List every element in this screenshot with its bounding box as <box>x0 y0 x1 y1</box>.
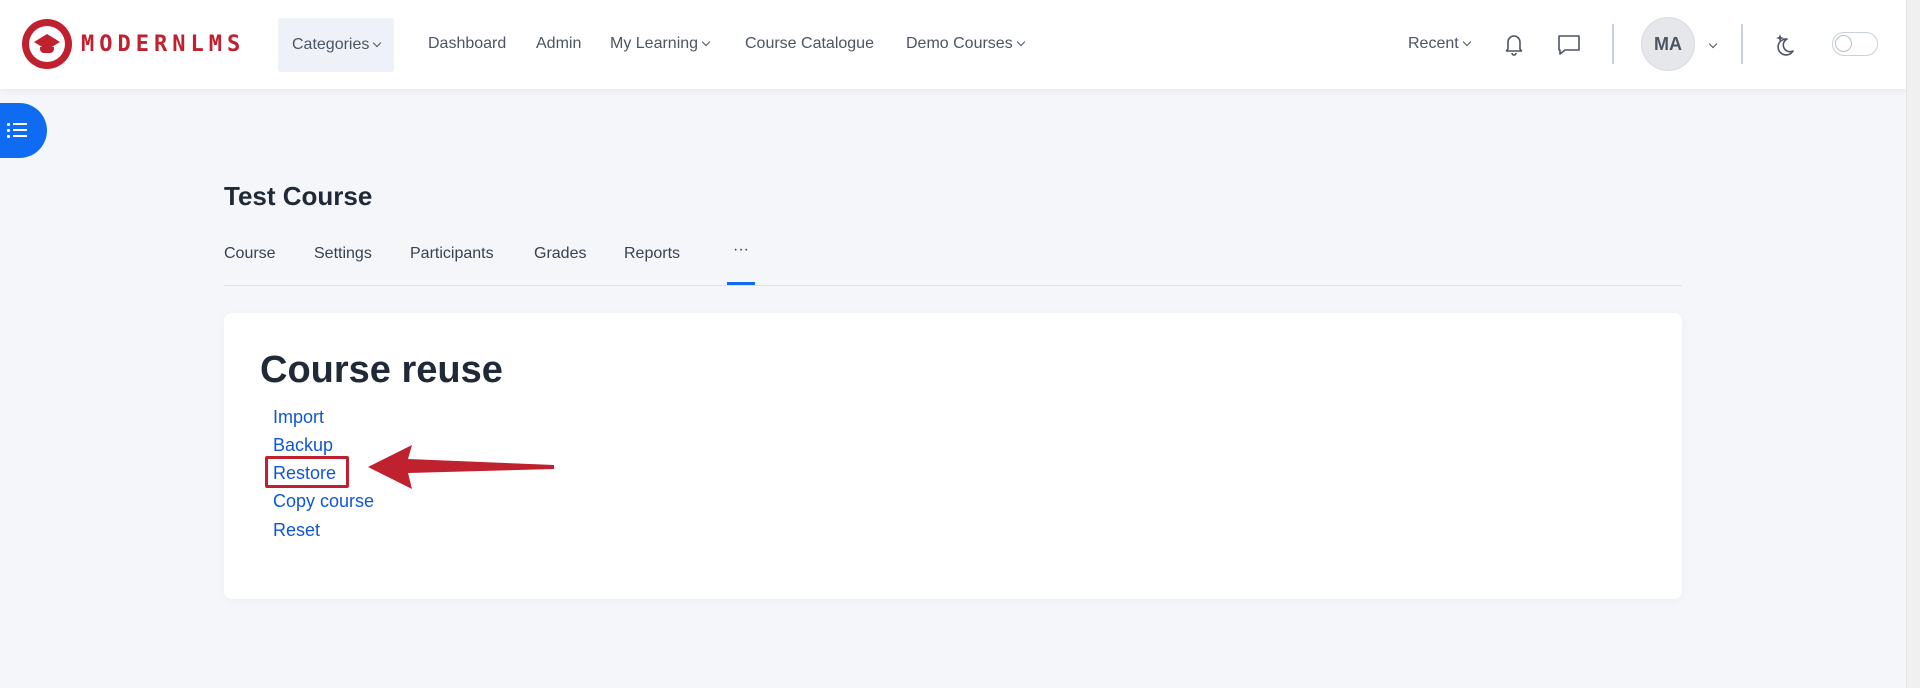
nav-dashboard[interactable]: Dashboard <box>428 27 506 61</box>
brand-logo[interactable]: MODERNLMS <box>22 19 245 69</box>
theme-sparkle-moon-icon[interactable] <box>1774 32 1800 58</box>
chevron-down-icon <box>373 38 382 48</box>
avatar[interactable]: MA <box>1641 17 1695 71</box>
top-navbar: MODERNLMS Categories Dashboard Admin My … <box>0 0 1906 89</box>
navbar-divider <box>1612 24 1614 64</box>
nav-recent-label: Recent <box>1408 35 1459 52</box>
link-backup[interactable]: Backup <box>273 435 333 456</box>
chat-icon[interactable] <box>1556 33 1582 57</box>
graduation-cap-logo-icon <box>22 19 72 69</box>
chevron-down-icon <box>701 37 711 47</box>
nav-demo-courses[interactable]: Demo Courses <box>906 27 1025 61</box>
tab-participants[interactable]: Participants <box>410 245 494 263</box>
chevron-down-icon[interactable] <box>1708 39 1718 49</box>
course-index-toggle-button[interactable] <box>0 103 47 158</box>
theme-toggle[interactable] <box>1832 32 1878 56</box>
annotation-arrow-icon <box>368 445 554 489</box>
nav-admin[interactable]: Admin <box>536 27 581 61</box>
card-title: Course reuse <box>260 349 503 391</box>
nav-categories[interactable]: Categories <box>278 18 395 72</box>
nav-course-catalogue[interactable]: Course Catalogue <box>745 27 874 61</box>
tab-grades[interactable]: Grades <box>534 245 586 263</box>
link-copy-course[interactable]: Copy course <box>273 491 374 512</box>
tab-settings[interactable]: Settings <box>314 245 372 263</box>
tab-reports[interactable]: Reports <box>624 245 680 263</box>
link-reset[interactable]: Reset <box>273 520 320 541</box>
course-reuse-card: Course reuse Import Backup Restore Copy … <box>224 313 1682 599</box>
restore-highlight-box <box>265 456 349 488</box>
nav-my-learning[interactable]: My Learning <box>610 27 711 61</box>
tab-course[interactable]: Course <box>224 245 276 263</box>
bell-icon[interactable] <box>1502 32 1526 56</box>
nav-my-learning-label: My Learning <box>610 35 699 52</box>
course-tabs: Course Settings Participants Grades Repo… <box>224 236 1682 286</box>
nav-demo-courses-label: Demo Courses <box>906 35 1013 52</box>
brand-name: MODERNLMS <box>81 31 246 57</box>
link-import[interactable]: Import <box>273 407 324 428</box>
scrollbar[interactable] <box>1906 0 1920 688</box>
chevron-down-icon <box>1016 37 1025 47</box>
navbar-divider <box>1741 24 1743 64</box>
tab-more[interactable]: ··· <box>727 236 755 285</box>
nav-recent[interactable]: Recent <box>1408 27 1471 61</box>
toggle-knob <box>1835 35 1852 52</box>
page-title: Test Course <box>224 181 373 211</box>
chevron-down-icon <box>1462 37 1471 47</box>
nav-categories-label: Categories <box>292 36 370 53</box>
